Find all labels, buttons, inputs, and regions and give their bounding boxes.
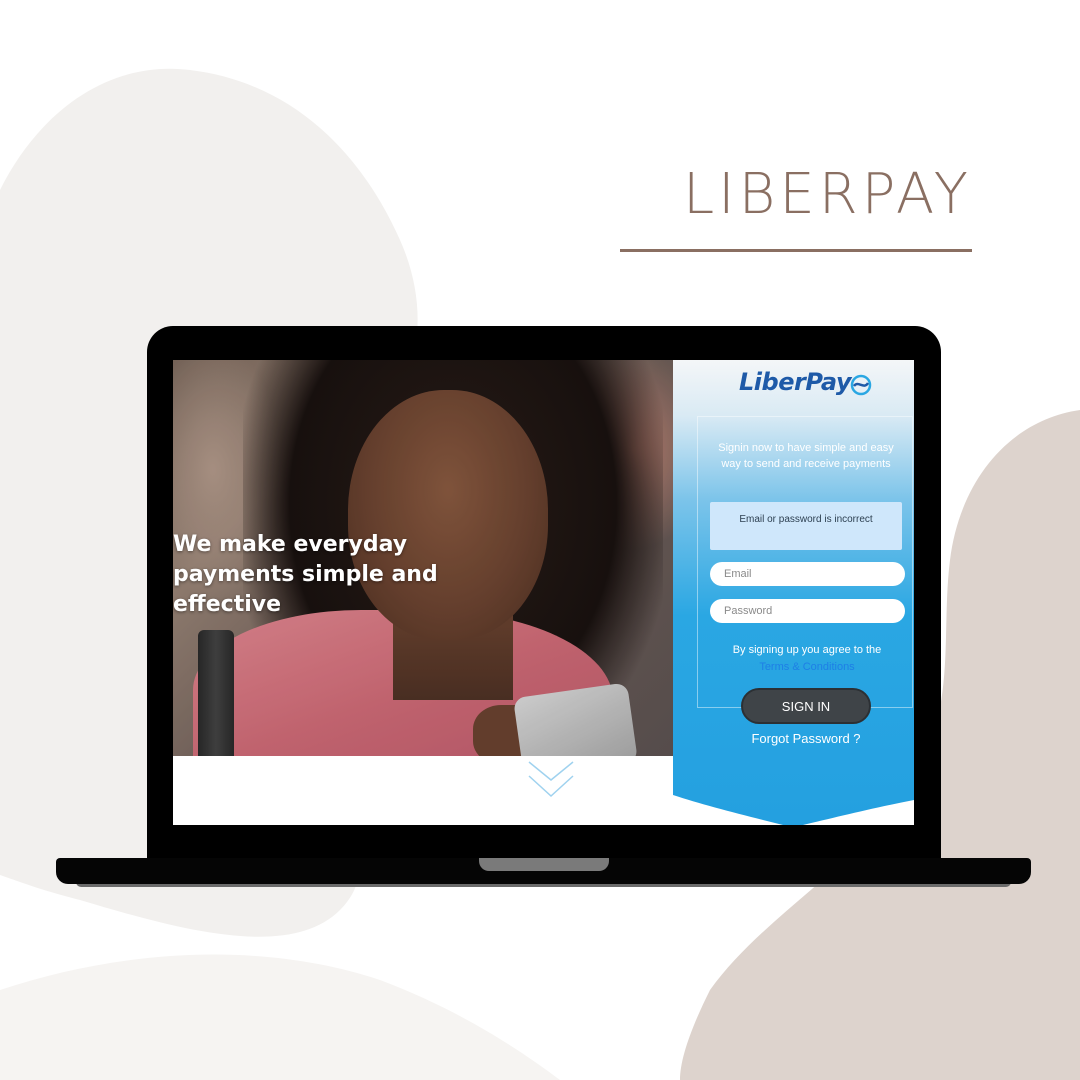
chevron-down-icon[interactable] [525,758,577,800]
signin-intro-text: Signin now to have simple and easy way t… [718,442,894,470]
sign-in-button[interactable]: SIGN IN [741,688,871,724]
password-field[interactable] [710,599,905,623]
liberpay-swirl-icon [850,374,872,396]
terms-link[interactable]: Terms & Conditions [703,659,911,676]
liberpay-logo[interactable]: LiberPay [739,368,851,396]
laptop-screen: We make everyday payments simple and eff… [173,360,914,825]
hero-image: We make everyday payments simple and eff… [173,360,675,756]
hero-headline: We make everyday payments simple and eff… [173,532,438,617]
bottom-blob [0,954,560,1080]
brand-underline [620,249,972,252]
forgot-password-link[interactable]: Forgot Password ? [713,731,899,746]
laptop-notch [479,858,609,871]
email-field[interactable] [710,562,905,586]
terms-agreement-text: By signing up you agree to the [732,644,882,656]
signin-panel: LiberPay Signin now to have simple and e… [673,360,914,825]
brand-title: LIBERPAY [682,162,972,227]
error-alert: Email or password is incorrect [710,502,902,550]
terms-agreement: By signing up you agree to the Terms & C… [703,642,911,676]
